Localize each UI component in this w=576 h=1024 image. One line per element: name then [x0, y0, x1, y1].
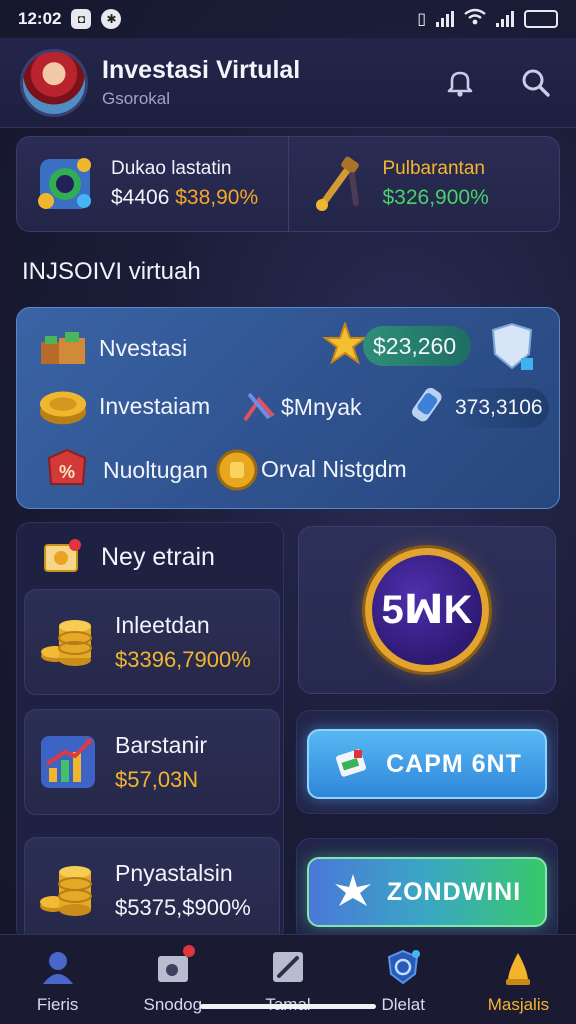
- section-title: INJSOIVI virtuah: [22, 258, 201, 285]
- fuel-icon: [405, 384, 449, 428]
- card-value: $57,03N: [115, 766, 199, 792]
- chart-x-icon: [239, 386, 279, 426]
- shield-gem-icon: [487, 320, 537, 374]
- search-icon: [522, 69, 550, 97]
- stat-item[interactable]: Pulbarantan $326,900%: [287, 137, 560, 231]
- pen-icon: [268, 947, 308, 987]
- wifi-icon: [464, 8, 486, 31]
- portfolio-label: Nuoltugan: [103, 456, 208, 483]
- bell-icon: [447, 71, 473, 97]
- nav-label: Snodog: [143, 995, 203, 1014]
- gold-coin-icon: [37, 384, 89, 428]
- nav-item-trophy[interactable]: Masjalis: [461, 935, 576, 1024]
- page-subtitle: Gsorokal: [102, 89, 171, 108]
- level-badge: 5ꟽK: [365, 548, 489, 672]
- bar-chart-icon: [41, 736, 95, 788]
- value-pill[interactable]: $23,260: [363, 326, 471, 366]
- trophy-icon: [498, 947, 538, 987]
- nav-item-wallet[interactable]: Snodog: [115, 935, 230, 1024]
- svg-text:%: %: [59, 462, 75, 482]
- envelope-badge-icon: [44, 539, 81, 572]
- signal-icon: [436, 11, 454, 27]
- portfolio-row[interactable]: Investaiam: [37, 384, 210, 428]
- stats-card: Dukao lastatin $4406 $38,90% Pulbarantan…: [16, 136, 560, 232]
- panel-title: Ney etrain: [101, 542, 215, 571]
- page-title: Investasi Virtulal: [102, 56, 301, 84]
- crate-icon: [37, 326, 89, 370]
- investment-card[interactable]: Barstanir $57,03N: [24, 709, 280, 815]
- secondary-button[interactable]: ZONDWINI: [307, 857, 547, 927]
- primary-button[interactable]: CAPM 6NT: [307, 729, 547, 799]
- nav-item-shield[interactable]: Dlelat: [346, 935, 461, 1024]
- status-bar: 12:02 ◘ ✱ ▯: [0, 0, 576, 38]
- coin-label: Orval Nistgdm: [261, 456, 407, 482]
- percent-tag-icon: %: [41, 448, 93, 492]
- shield-badge-icon: [383, 947, 423, 987]
- level-card[interactable]: 5ꟽK: [298, 526, 556, 694]
- vibrate-icon: ▯: [417, 11, 426, 28]
- app-header: Investasi Virtulal Gsorokal: [0, 38, 576, 128]
- bottom-nav: Fieris Snodog Tamal Dlelat Masjalis: [0, 934, 576, 1024]
- nav-item-notes[interactable]: Tamal: [230, 935, 345, 1024]
- nav-label: Dlelat: [381, 995, 425, 1014]
- portfolio-row[interactable]: % Nuoltugan: [41, 448, 208, 492]
- notification-button[interactable]: [440, 63, 480, 103]
- card-title: Pnyastalsin: [115, 859, 233, 886]
- value-pill[interactable]: 373,3106: [445, 388, 549, 428]
- person-icon: [38, 947, 78, 987]
- clock: 12:02: [18, 9, 62, 28]
- battery-icon: [524, 10, 558, 28]
- news-panel: Ney etrain Inleetdan $3396,7900% Barstan…: [16, 522, 284, 943]
- investment-card[interactable]: Pnyastalsin $5375,$900%: [24, 837, 280, 943]
- stat-item[interactable]: Dukao lastatin $4406 $38,90%: [17, 137, 288, 231]
- avatar[interactable]: [20, 48, 88, 117]
- secondary-button-container: ZONDWINI: [296, 838, 558, 942]
- nav-item-home[interactable]: Fieris: [0, 935, 115, 1024]
- nav-label: Fieris: [36, 995, 79, 1014]
- wallet-icon: [153, 945, 195, 987]
- sparkle-icon: [334, 874, 371, 906]
- coin-stack-icon: [41, 620, 92, 666]
- home-indicator[interactable]: [200, 1004, 376, 1009]
- gold-medal-icon: [215, 448, 259, 492]
- investment-card[interactable]: Inleetdan $3396,7900%: [24, 589, 280, 695]
- notification-dot: [182, 945, 195, 957]
- card-value: $5375,$900%: [115, 894, 251, 920]
- portfolio-label: Investaiam: [99, 392, 211, 419]
- card-value: $3396,7900%: [115, 646, 251, 672]
- star-icon: [323, 322, 367, 366]
- gem-shield-icon: [31, 150, 99, 218]
- secondary-button-label: ZONDWINI: [386, 877, 522, 906]
- stat-label: Dukao lastatin: [111, 158, 232, 179]
- coin-stack-icon: [40, 866, 92, 916]
- primary-button-label: CAPM 6NT: [386, 749, 522, 778]
- settings-notification-icon: ✱: [101, 9, 122, 29]
- card-title: Barstanir: [115, 731, 208, 758]
- app-notification-icon: ◘: [71, 9, 92, 29]
- stat-label: Pulbarantan: [382, 158, 485, 179]
- ticket-icon: [336, 749, 367, 777]
- portfolio-row[interactable]: Nvestasi: [37, 326, 187, 370]
- portfolio-label: Nvestasi: [99, 334, 188, 361]
- primary-button-container: CAPM 6NT: [296, 710, 558, 814]
- stock-label: $Mnyak: [281, 394, 362, 420]
- portfolio-panel: Nvestasi $23,260 Investaiam $Mnyak 373,3…: [16, 307, 560, 509]
- nav-label: Masjalis: [487, 995, 550, 1014]
- stat-value: $326,900%: [382, 186, 489, 209]
- stat-value: $4406 $38,90%: [111, 186, 259, 209]
- card-title: Inleetdan: [115, 611, 210, 638]
- cell-signal-icon: [496, 11, 514, 27]
- search-button[interactable]: [516, 63, 556, 103]
- hammer-icon: [303, 150, 371, 218]
